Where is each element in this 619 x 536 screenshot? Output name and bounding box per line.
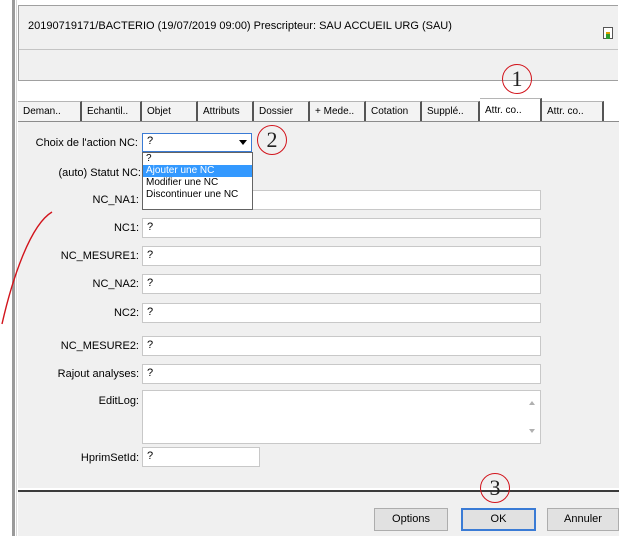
annotation-marker-2: 2 (257, 125, 287, 155)
annotation-arc (1, 211, 53, 325)
annotation-marker-1: 1 (502, 64, 532, 94)
annotation-marker-3: 3 (480, 473, 510, 503)
